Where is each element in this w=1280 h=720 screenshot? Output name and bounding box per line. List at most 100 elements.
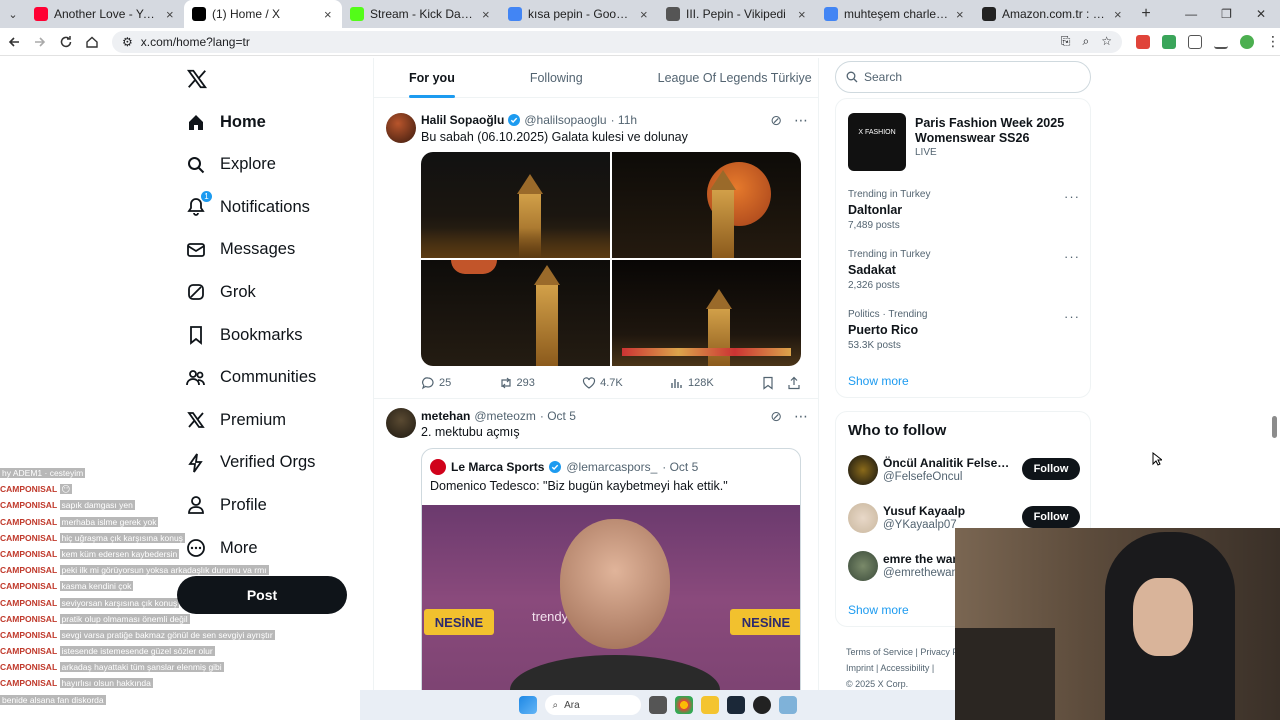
close-tab-icon[interactable]: × [640,7,650,22]
browser-menu-icon[interactable]: ⋮ [1266,33,1280,50]
browser-tab[interactable]: Stream - Kick Dashboard × [342,0,500,28]
restore-icon[interactable]: ❐ [1221,7,1232,21]
chrome-icon[interactable] [674,696,693,714]
sidebar-item-grok[interactable]: Grok [186,272,256,312]
more-options-icon[interactable]: ⋯ [794,112,808,129]
trend-item[interactable]: Trending in Turkey Daltonlar 7,489 posts ··… [848,189,1080,231]
close-tab-icon[interactable]: × [798,7,808,22]
browser-tab[interactable]: Amazon.com.tr : tarih kitapları × [974,0,1132,28]
tweet[interactable]: Halil Sopaoğlu @halilsopaoglu · 11h ⊘ ⋯ … [374,100,818,405]
browser-tab[interactable]: III. Pepin - Vikipedi × [658,0,816,28]
author-name[interactable]: metehan [421,409,470,423]
taskbar-search[interactable]: ⌕ Ara [544,695,641,715]
close-window-icon[interactable]: ✕ [1256,7,1266,21]
author-handle[interactable]: @halilsopaoglu [524,113,606,127]
quoted-tweet[interactable]: Le Marca Sports @lemarcaspors_ · Oct 5 D… [421,448,801,698]
zoom-icon[interactable]: ⌕ [1083,34,1090,49]
adblock-icon[interactable] [1136,34,1150,49]
sidebar-item-premium[interactable]: Premium [186,400,286,440]
media-photo[interactable] [421,152,610,258]
profile-avatar-icon[interactable] [1240,34,1254,49]
author-handle[interactable]: @meteozm [474,409,536,423]
avatar[interactable] [848,503,878,533]
tweet-media-grid[interactable] [421,152,801,366]
trends-show-more-link[interactable]: Show more [848,374,909,388]
avatar[interactable] [386,408,416,438]
reply-button[interactable]: 25 [421,376,451,390]
follow-button[interactable]: Follow [1022,458,1080,480]
share-icon[interactable] [787,376,801,390]
tweet-time[interactable]: · Oct 5 [540,409,576,423]
back-button[interactable] [2,30,26,54]
close-tab-icon[interactable]: × [1114,7,1124,22]
quote-media-photo[interactable]: NESİNE NESİNE trendyol [422,505,800,698]
media-control-icon[interactable] [1214,35,1228,49]
sidebar-item-messages[interactable]: Messages [186,230,295,270]
tab-following[interactable]: Following [530,58,583,98]
repost-button[interactable]: 293 [499,376,535,390]
close-tab-icon[interactable]: × [482,7,492,22]
steam-icon[interactable] [726,696,745,714]
install-icon[interactable]: ⎘ [1061,34,1071,49]
tab-search-button[interactable]: ⌄ [0,0,26,28]
media-photo[interactable] [421,260,610,366]
home-browser-button[interactable] [80,30,104,54]
task-view-icon[interactable] [648,696,667,714]
sidebar-item-bookmarks[interactable]: Bookmarks [186,315,303,355]
like-button[interactable]: 4.7K [582,376,623,390]
file-explorer-icon[interactable] [700,696,719,714]
bookmark-star-icon[interactable]: ☆ [1101,34,1112,49]
suggested-user-name[interactable]: Yusuf Kayaalp [883,504,1013,518]
more-options-icon[interactable]: ··· [1064,309,1080,324]
sidebar-item-communities[interactable]: Communities [186,358,316,398]
follow-suggestion[interactable]: Öncül Analitik Felsefe ... @FelsefeOncul F… [848,455,1080,487]
reload-button[interactable] [54,30,78,54]
scrollbar-thumb[interactable] [1272,416,1277,438]
browser-tab[interactable]: Another Love - YouTube Mu × [26,0,184,28]
omnibox[interactable]: ⚙ x.com/home?lang=tr ⎘ ⌕ ☆ [112,30,1122,53]
shield-extension-icon[interactable] [1162,34,1176,49]
bookmark-icon[interactable] [761,376,775,390]
tab-for-you[interactable]: For you [409,58,455,98]
start-icon[interactable] [518,696,537,714]
tweet-time[interactable]: · 11h [611,113,637,127]
close-tab-icon[interactable]: × [324,7,334,22]
app-icon[interactable] [778,696,797,714]
forward-button[interactable] [28,30,52,54]
live-event-thumbnail[interactable]: X FASHION [848,113,906,171]
live-event-title[interactable]: Paris Fashion Week 2025 Womenswear SS26 [915,116,1075,146]
browser-tab[interactable]: kısa pepin - Google'da Ara × [500,0,658,28]
media-photo[interactable] [612,152,801,258]
media-photo[interactable] [612,260,801,366]
sidebar-item-home[interactable]: Home [186,102,266,142]
more-options-icon[interactable]: ⋯ [794,408,808,425]
new-tab-button[interactable]: + [1132,5,1160,23]
browser-tab[interactable]: muhteşem charlemagne kitap × [816,0,974,28]
search-box[interactable]: Search [835,61,1091,93]
close-tab-icon[interactable]: × [166,7,176,22]
more-options-icon[interactable]: ··· [1064,249,1080,264]
site-info-icon[interactable]: ⚙ [122,35,133,49]
suggested-user-name[interactable]: Öncül Analitik Felsefe ... [883,456,1013,470]
x-logo-icon[interactable] [186,68,208,90]
close-tab-icon[interactable]: × [956,7,966,22]
sidebar-item-notifications[interactable]: 1 Notifications [186,187,310,227]
who-to-follow-show-more-link[interactable]: Show more [848,603,909,617]
extensions-icon[interactable] [1188,34,1202,49]
minimize-icon[interactable]: — [1185,7,1197,21]
more-options-icon[interactable]: ··· [1064,189,1080,204]
trend-item[interactable]: Politics · Trending Puerto Rico 53.3K post… [848,309,1080,351]
follow-button[interactable]: Follow [1022,506,1080,528]
grok-icon[interactable]: ⊘ [770,408,782,425]
tab-league-of-legends[interactable]: League Of Legends Türkiye [658,58,812,98]
tweet[interactable]: metehan @meteozm · Oct 5 ⊘ ⋯ 2. mektubu … [374,398,818,698]
sidebar-item-explore[interactable]: Explore [186,145,276,185]
browser-tab[interactable]: (1) Home / X × [184,0,342,28]
views-button[interactable]: 128K [670,376,714,390]
avatar[interactable] [386,113,416,143]
obs-icon[interactable] [752,696,771,714]
avatar[interactable] [848,455,878,485]
trend-item[interactable]: Trending in Turkey Sadakat 2,326 posts ··· [848,249,1080,291]
avatar[interactable] [848,551,878,581]
grok-icon[interactable]: ⊘ [770,112,782,129]
